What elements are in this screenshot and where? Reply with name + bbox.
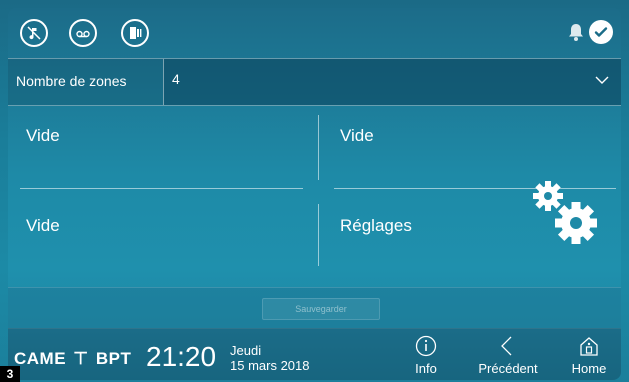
info-button[interactable]: Info xyxy=(396,335,456,379)
back-button[interactable]: Précédent xyxy=(470,335,546,379)
clock-time: 21:20 xyxy=(146,341,217,372)
gears-icon xyxy=(533,181,597,244)
top-status-bar xyxy=(8,8,621,58)
zones-row: Nombre de zones 4 xyxy=(8,58,621,106)
settings-tile[interactable]: Réglages xyxy=(340,216,412,236)
divider xyxy=(318,204,319,266)
info-icon xyxy=(415,335,437,357)
divider xyxy=(20,188,303,189)
back-label: Précédent xyxy=(478,361,538,376)
date-day: Jeudi xyxy=(230,343,262,358)
chevron-left-icon xyxy=(501,336,512,356)
screen: Nombre de zones 4 Vide Vide Vide Réglage… xyxy=(0,0,629,382)
home-button[interactable]: Home xyxy=(559,335,619,379)
home-label: Home xyxy=(571,361,607,376)
music-muted-icon[interactable] xyxy=(20,19,48,47)
home-icon xyxy=(580,337,598,356)
bottom-bar: CAME ⊤ BPT 21:20 Jeudi 15 mars 2018 Info xyxy=(8,328,621,380)
save-band: Sauvegarder xyxy=(8,287,621,328)
page-badge: 3 xyxy=(0,366,20,382)
zone-tile-1[interactable]: Vide xyxy=(26,126,60,146)
zones-value: 4 xyxy=(172,71,180,87)
zones-dropdown[interactable]: 4 xyxy=(163,59,621,105)
date-full: 15 mars 2018 xyxy=(230,358,310,373)
brand-came: CAME xyxy=(14,349,67,368)
brand-bpt: BPT xyxy=(95,349,132,368)
door-icon[interactable] xyxy=(121,19,149,47)
check-icon[interactable] xyxy=(589,20,613,44)
voicemail-icon[interactable] xyxy=(69,19,97,47)
zones-label: Nombre de zones xyxy=(16,73,127,89)
save-button[interactable]: Sauvegarder xyxy=(262,298,380,320)
divider xyxy=(318,115,319,180)
brand-logo: CAME ⊤ BPT xyxy=(14,349,131,369)
info-label: Info xyxy=(415,361,437,376)
brand-mark-icon: ⊤ xyxy=(73,349,89,368)
chevron-down-icon xyxy=(595,76,609,84)
zone-tile-3[interactable]: Vide xyxy=(26,216,60,236)
panel: Nombre de zones 4 Vide Vide Vide Réglage… xyxy=(8,8,621,380)
zone-tile-2[interactable]: Vide xyxy=(340,126,374,146)
bell-icon[interactable] xyxy=(567,22,585,42)
